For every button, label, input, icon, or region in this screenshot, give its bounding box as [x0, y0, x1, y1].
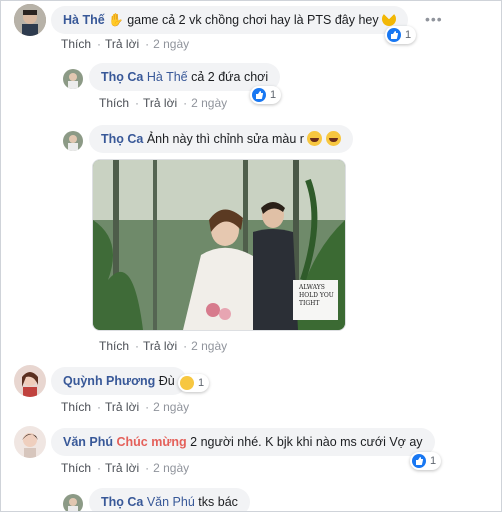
- comment-bubble: Thọ Ca Hà Thế cả 2 đứa chơi: [89, 63, 281, 91]
- comment-bubble: Quỳnh Phương Đù: [51, 367, 187, 395]
- like-link[interactable]: Thích: [61, 400, 91, 414]
- comment-text: tks bác: [198, 495, 238, 509]
- wave-icon: ✋: [108, 13, 124, 27]
- reaction-count[interactable]: 1: [385, 26, 417, 44]
- reply-link[interactable]: Trả lời: [105, 461, 139, 475]
- more-options-icon[interactable]: •••: [425, 11, 443, 27]
- like-link[interactable]: Thích: [99, 339, 129, 353]
- timestamp[interactable]: 2 ngày: [153, 400, 189, 414]
- like-icon: [387, 28, 401, 42]
- comment-text: Đù: [158, 374, 175, 388]
- timestamp[interactable]: 2 ngày: [191, 96, 227, 110]
- comment-actions: Thích · Trả lời · 2 ngày: [61, 461, 190, 475]
- avatar[interactable]: [63, 131, 83, 151]
- haha-reaction-icon: [180, 376, 194, 390]
- comment-author[interactable]: Hà Thế: [63, 13, 105, 27]
- comment-actions: Thích · Trả lời · 2 ngày: [61, 400, 190, 414]
- comment-text: game cả 2 vk chồng chơi hay là PTS đây h…: [127, 13, 379, 27]
- comment-actions: Thích · Trả lời · 2 ngày: [61, 37, 190, 51]
- reaction-count[interactable]: 1: [410, 452, 442, 470]
- celebration-keyword: Chúc mừng: [116, 435, 187, 449]
- laughing-emoji-icon: [307, 131, 323, 146]
- comment-bubble: Thọ Ca Ảnh này thì chỉnh sửa màu r: [89, 125, 353, 153]
- like-icon: [252, 88, 266, 102]
- mention-link[interactable]: Văn Phú: [147, 495, 195, 509]
- reaction-count[interactable]: 1: [250, 86, 282, 104]
- timestamp[interactable]: 2 ngày: [153, 461, 189, 475]
- comment-author[interactable]: Thọ Ca: [101, 495, 143, 509]
- comment-thread: Hà Thế ✋ game cả 2 vk chồng chơi hay là …: [0, 0, 502, 512]
- like-link[interactable]: Thích: [61, 461, 91, 475]
- comment-author[interactable]: Thọ Ca: [101, 70, 143, 84]
- comment-author[interactable]: Quỳnh Phương: [63, 374, 155, 388]
- mention-link[interactable]: Hà Thế: [147, 70, 188, 84]
- comment-actions: Thích · Trả lời · 2 ngày: [99, 96, 228, 110]
- comment-actions: Thích · Trả lời · 2 ngày: [99, 339, 228, 353]
- comment-bubble: Văn Phú Chúc mừng 2 người nhé. K bjk khi…: [51, 428, 435, 456]
- reaction-count[interactable]: 1: [178, 374, 210, 392]
- comment-text: Ảnh này thì chỉnh sửa màu r: [146, 132, 304, 146]
- comment-author[interactable]: Văn Phú: [63, 435, 113, 449]
- reply-link[interactable]: Trả lời: [143, 96, 177, 110]
- avatar[interactable]: [14, 365, 46, 397]
- avatar[interactable]: [14, 426, 46, 458]
- comment-bubble: Hà Thế ✋ game cả 2 vk chồng chơi hay là …: [51, 6, 409, 34]
- comment-photo[interactable]: ALWAYS HOLD YOU TIGHT: [92, 159, 346, 331]
- like-icon: [412, 454, 426, 468]
- photo-caption: ALWAYS HOLD YOU TIGHT: [299, 284, 334, 307]
- timestamp[interactable]: 2 ngày: [153, 37, 189, 51]
- comment-text: 2 người nhé. K bjk khi nào ms cưới Vợ ay: [190, 435, 423, 449]
- comment-bubble: Thọ Ca Văn Phú tks bác: [89, 488, 250, 511]
- pacman-emoji-icon: [382, 12, 397, 26]
- avatar[interactable]: [14, 4, 46, 36]
- comment-author[interactable]: Thọ Ca: [101, 132, 143, 146]
- laughing-emoji-icon: [325, 131, 341, 146]
- comment-text: cả 2 đứa chơi: [191, 70, 269, 84]
- timestamp[interactable]: 2 ngày: [191, 339, 227, 353]
- reply-link[interactable]: Trả lời: [105, 37, 139, 51]
- reply-link[interactable]: Trả lời: [105, 400, 139, 414]
- avatar[interactable]: [63, 494, 83, 511]
- like-link[interactable]: Thích: [61, 37, 91, 51]
- avatar[interactable]: [63, 69, 83, 89]
- like-link[interactable]: Thích: [99, 96, 129, 110]
- reply-link[interactable]: Trả lời: [143, 339, 177, 353]
